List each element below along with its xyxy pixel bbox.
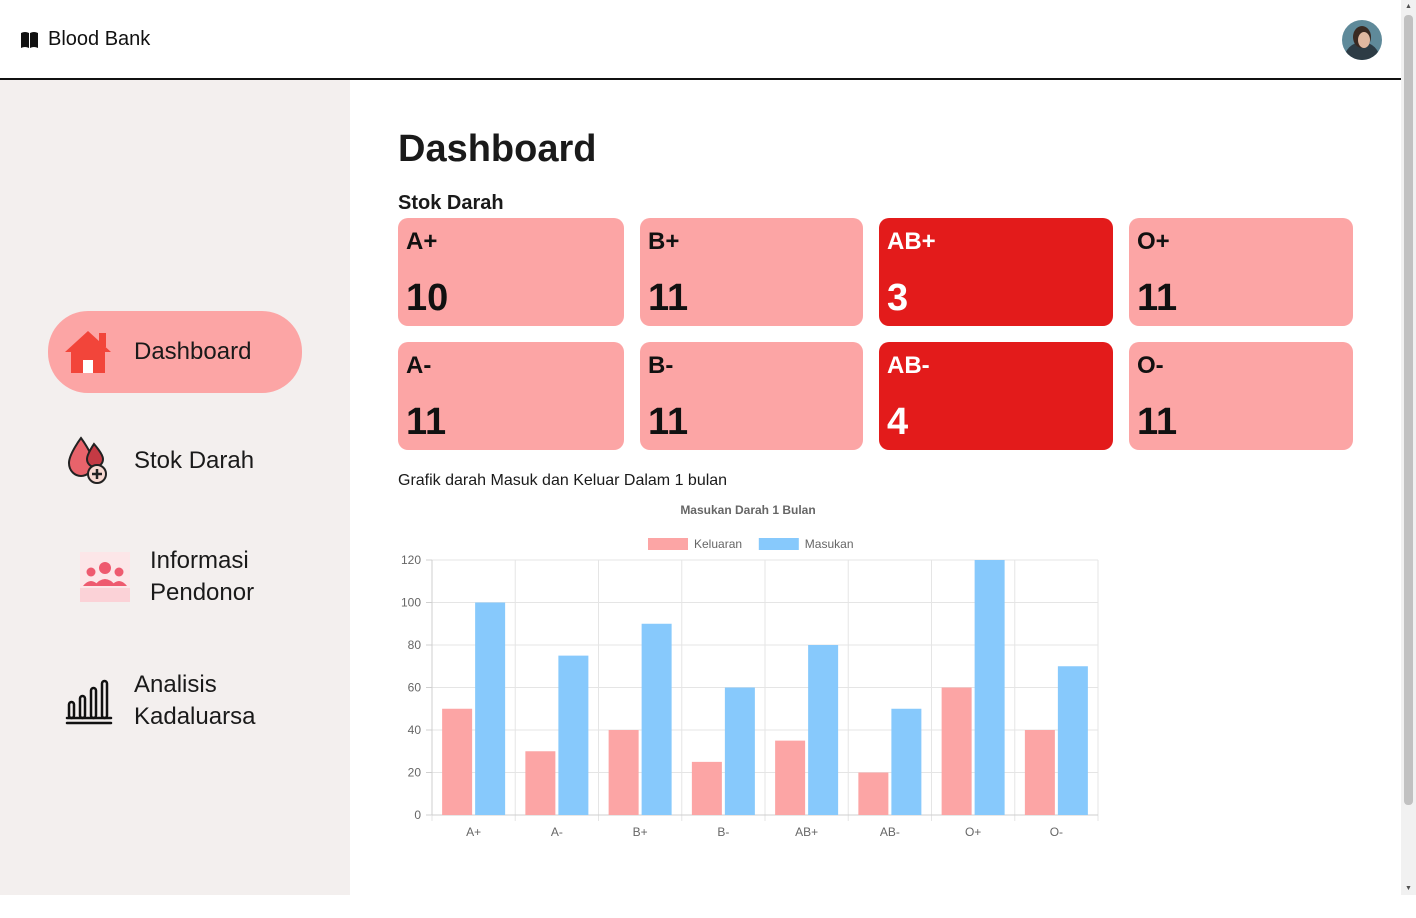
blood-in-out-chart: Masukan Darah 1 Bulan Keluaran Masukan 0 20 4… bbox=[401, 503, 1099, 839]
blood-drop-icon bbox=[67, 436, 107, 484]
blood-stock-count: 11 bbox=[648, 401, 689, 443]
y-tick-label: 100 bbox=[401, 596, 421, 610]
avatar[interactable] bbox=[1342, 20, 1382, 60]
y-tick-label: 60 bbox=[408, 681, 422, 695]
main-content: Dashboard Stok Darah A+ 10 B+ 11 AB+ 3 O+ 11 A- 1… bbox=[350, 80, 1401, 895]
y-tick-label: 120 bbox=[401, 553, 421, 567]
blood-stock-count: 11 bbox=[1137, 277, 1178, 319]
bar-masukan-A- bbox=[558, 655, 589, 815]
scrollbar[interactable]: ▲ ▼ bbox=[1401, 0, 1416, 895]
blood-type-label: B+ bbox=[648, 228, 680, 255]
stock-card[interactable]: AB+ 3 bbox=[879, 218, 1113, 326]
bar-keluaran-A- bbox=[525, 751, 556, 815]
stock-card[interactable]: O+ 11 bbox=[1129, 218, 1353, 326]
chart-caption: Grafik darah Masuk dan Keluar Dalam 1 bu… bbox=[398, 472, 728, 489]
book-icon bbox=[21, 31, 38, 48]
x-tick-label: AB- bbox=[880, 825, 900, 839]
bar-masukan-A+ bbox=[475, 602, 506, 815]
legend-swatch bbox=[648, 538, 688, 550]
blood-type-label: B- bbox=[648, 352, 674, 379]
y-tick-label: 80 bbox=[408, 638, 422, 652]
stock-card[interactable]: A- 11 bbox=[398, 342, 624, 450]
y-tick-label: 20 bbox=[408, 766, 422, 780]
stock-card[interactable]: O- 11 bbox=[1129, 342, 1353, 450]
x-tick-label: B+ bbox=[633, 825, 648, 839]
x-tick-label: A- bbox=[551, 825, 563, 839]
bar-keluaran-O+ bbox=[941, 687, 972, 815]
stock-card[interactable]: AB- 4 bbox=[879, 342, 1113, 450]
blood-type-label: AB- bbox=[887, 352, 930, 379]
blood-type-label: A+ bbox=[406, 228, 438, 255]
blood-stock-count: 3 bbox=[887, 277, 909, 319]
y-tick-label: 40 bbox=[408, 723, 422, 737]
page-title: Dashboard bbox=[398, 128, 597, 170]
sidebar-item-label: Analisis Kadaluarsa bbox=[134, 671, 256, 730]
blood-type-label: O- bbox=[1137, 352, 1164, 379]
house-icon bbox=[65, 331, 111, 373]
blood-stock-count: 10 bbox=[406, 277, 449, 319]
bar-keluaran-AB+ bbox=[775, 740, 806, 815]
scrollbar-thumb[interactable] bbox=[1404, 15, 1413, 805]
blood-type-label: AB+ bbox=[887, 228, 936, 255]
sidebar-item-label: Stok Darah bbox=[134, 447, 255, 474]
sidebar-item-label: Informasi Pendonor bbox=[150, 547, 255, 606]
bar-chart-icon bbox=[65, 679, 113, 725]
blood-stock-count: 11 bbox=[648, 277, 689, 319]
blood-stock-count: 4 bbox=[887, 401, 909, 443]
x-tick-label: A+ bbox=[466, 825, 481, 839]
legend-swatch bbox=[758, 538, 799, 550]
blood-stock-count: 11 bbox=[406, 401, 447, 443]
blood-type-label: A- bbox=[406, 352, 432, 379]
scroll-up-icon[interactable]: ▲ bbox=[1405, 3, 1412, 10]
bar-keluaran-B- bbox=[691, 761, 722, 815]
bar-keluaran-AB- bbox=[858, 772, 889, 815]
bar-keluaran-B+ bbox=[608, 730, 639, 815]
bar-masukan-B+ bbox=[641, 623, 672, 815]
bar-keluaran-O- bbox=[1024, 730, 1055, 815]
bar-masukan-AB- bbox=[891, 708, 922, 815]
chart-title: Masukan Darah 1 Bulan bbox=[680, 503, 815, 517]
blood-stock-count: 11 bbox=[1137, 401, 1178, 443]
legend-label: Masukan bbox=[805, 537, 854, 551]
donor-group-icon bbox=[80, 552, 130, 602]
bar-masukan-O+ bbox=[974, 560, 1005, 815]
x-tick-label: O+ bbox=[965, 825, 981, 839]
sidebar-item-analisis-kadaluarsa[interactable]: Analisis Kadaluarsa bbox=[48, 660, 302, 742]
sidebar: Dashboard Stok Darah Informasi Pendonor bbox=[0, 80, 350, 895]
x-tick-label: AB+ bbox=[795, 825, 818, 839]
bar-masukan-O- bbox=[1057, 666, 1088, 815]
stock-card[interactable]: B- 11 bbox=[640, 342, 863, 450]
y-tick-label: 0 bbox=[414, 808, 421, 822]
x-tick-label: O- bbox=[1050, 825, 1063, 839]
blood-type-label: O+ bbox=[1137, 228, 1170, 255]
sidebar-item-label: Dashboard bbox=[134, 338, 252, 365]
sidebar-item-stok-darah[interactable]: Stok Darah bbox=[48, 420, 302, 502]
stock-card[interactable]: A+ 10 bbox=[398, 218, 624, 326]
sidebar-item-informasi-pendonor[interactable]: Informasi Pendonor bbox=[48, 536, 302, 618]
bar-keluaran-A+ bbox=[442, 708, 473, 815]
brand[interactable]: Blood Bank bbox=[20, 28, 150, 51]
top-bar: Blood Bank bbox=[0, 0, 1401, 80]
sidebar-item-dashboard[interactable]: Dashboard bbox=[48, 311, 302, 393]
scroll-down-icon[interactable]: ▼ bbox=[1405, 885, 1412, 892]
stock-card[interactable]: B+ 11 bbox=[640, 218, 863, 326]
bar-masukan-AB+ bbox=[808, 645, 839, 815]
x-tick-label: B- bbox=[717, 825, 729, 839]
legend-label: Keluaran bbox=[694, 537, 742, 551]
section-title-stok-darah: Stok Darah bbox=[398, 192, 504, 214]
app-title: Blood Bank bbox=[48, 28, 151, 50]
bar-masukan-B- bbox=[724, 687, 755, 815]
